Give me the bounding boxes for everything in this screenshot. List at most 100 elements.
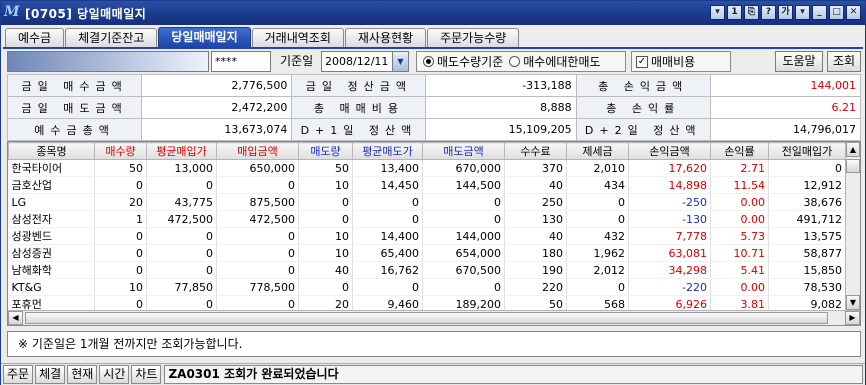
table-cell: 0 bbox=[94, 227, 147, 245]
table-row[interactable]: 한국타이어 50 13,000 650,000 50 13,400 670,000 370 2,… bbox=[8, 159, 846, 177]
summary-label: 금일 매수금액 bbox=[6, 74, 143, 97]
table-cell: 434 bbox=[566, 176, 629, 194]
app-window: M [0705] 당일매매일지 ▾ 1 ⎘ ? 가 ▾ _ □ ✕ 예수금 체결… bbox=[0, 0, 866, 385]
column-header[interactable]: 전일매입가 bbox=[768, 142, 846, 160]
tab-balance[interactable]: 체결기준잔고 bbox=[65, 28, 158, 47]
summary-value: 8,888 bbox=[425, 96, 577, 119]
tab-transactions[interactable]: 거래내역조회 bbox=[251, 28, 344, 47]
order-button[interactable]: 주문 bbox=[3, 365, 34, 384]
chart-button[interactable]: 차트 bbox=[131, 365, 162, 384]
table-cell: 670,500 bbox=[422, 261, 505, 279]
table-cell: 0 bbox=[422, 278, 505, 296]
table-cell: 34,298 bbox=[628, 261, 711, 279]
horizontal-scrollbar[interactable]: ◀ ▶ bbox=[8, 310, 860, 325]
tab-daily-journal[interactable]: 당일매매일지 bbox=[158, 27, 251, 47]
column-header[interactable]: 평균매입가 bbox=[146, 142, 217, 160]
copy-icon[interactable]: ⎘ bbox=[744, 5, 759, 20]
tab-reuse-status[interactable]: 재사용현황 bbox=[344, 28, 427, 47]
tab-underline bbox=[3, 47, 863, 49]
scroll-left-icon[interactable]: ◀ bbox=[8, 311, 23, 325]
help-button[interactable]: 도움말 bbox=[775, 51, 823, 72]
maximize-icon[interactable]: □ bbox=[829, 5, 844, 20]
table-cell: -220 bbox=[628, 278, 711, 296]
password-field[interactable]: **** bbox=[211, 51, 271, 72]
table-row[interactable]: 성광벤드 0 0 0 10 14,400 144,000 40 432 7,778 5.73 13,5… bbox=[8, 227, 846, 245]
table-cell: 491,712 bbox=[768, 210, 846, 228]
summary-label: 총 손익금액 bbox=[575, 74, 711, 97]
account-select[interactable] bbox=[7, 51, 209, 72]
stock-name-cell: 한국타이어 bbox=[8, 159, 95, 177]
close-icon[interactable]: ✕ bbox=[846, 5, 861, 20]
table-cell: 0 bbox=[146, 244, 217, 262]
table-cell: 0.00 bbox=[710, 210, 769, 228]
help-icon[interactable]: ? bbox=[761, 5, 776, 20]
font-size-icon[interactable]: 가 bbox=[778, 5, 793, 20]
table-cell: 220 bbox=[504, 278, 567, 296]
table-cell: 190 bbox=[504, 261, 567, 279]
table-cell: -250 bbox=[628, 193, 711, 211]
table-cell: 10 bbox=[298, 227, 353, 245]
column-header[interactable]: 평균매도가 bbox=[352, 142, 423, 160]
scroll-down-icon[interactable]: ▼ bbox=[846, 295, 860, 310]
screen-title: 당일매매일지 bbox=[77, 7, 147, 21]
horizontal-scroll-thumb[interactable] bbox=[25, 312, 828, 324]
date-picker[interactable]: 2008/12/11 ▼ bbox=[321, 51, 409, 72]
table-cell: 5.41 bbox=[710, 261, 769, 279]
column-header[interactable]: 손익률 bbox=[710, 142, 769, 160]
table-row[interactable]: 남해화학 0 0 0 40 16,762 670,500 190 2,012 34,298 5.41… bbox=[8, 261, 846, 279]
title-bar[interactable]: M [0705] 당일매매일지 ▾ 1 ⎘ ? 가 ▾ _ □ ✕ bbox=[1, 1, 865, 25]
tab-bar: 예수금 체결기준잔고 당일매매일지 거래내역조회 재사용현황 주문가능수량 bbox=[5, 27, 520, 48]
column-header[interactable]: 매수량 bbox=[94, 142, 147, 160]
summary-value: 14,796,017 bbox=[709, 118, 862, 141]
options-icon[interactable]: ▾ bbox=[795, 5, 810, 20]
link-number-icon[interactable]: 1 bbox=[727, 5, 742, 20]
fee-checkbox[interactable]: ✓ 매매비용 bbox=[631, 51, 731, 72]
radio-sell-qty[interactable]: 매도수량기준 bbox=[423, 53, 503, 70]
time-button[interactable]: 시간 bbox=[99, 365, 130, 384]
calendar-dropdown-icon[interactable]: ▼ bbox=[392, 52, 408, 71]
table-cell: 472,500 bbox=[216, 210, 299, 228]
dropdown-menu-icon[interactable]: ▾ bbox=[710, 5, 725, 20]
table-row[interactable]: 금호산업 0 0 0 10 14,450 144,500 40 434 14,898 11.54 12… bbox=[8, 176, 846, 194]
scroll-up-icon[interactable]: ▲ bbox=[846, 142, 860, 157]
scroll-right-icon[interactable]: ▶ bbox=[845, 311, 860, 325]
table-cell: 40 bbox=[504, 176, 567, 194]
current-price-button[interactable]: 현재 bbox=[67, 365, 98, 384]
table-cell: 5.73 bbox=[710, 227, 769, 245]
tab-orderable-qty[interactable]: 주문가능수량 bbox=[427, 28, 520, 47]
table-cell: 14,450 bbox=[352, 176, 423, 194]
table-cell: 250 bbox=[504, 193, 567, 211]
execution-button[interactable]: 체결 bbox=[35, 365, 66, 384]
table-cell: 50 bbox=[298, 159, 353, 177]
table-row[interactable]: KT&G 10 77,850 778,500 0 0 0 220 0 -220 0.00 78,530 bbox=[8, 278, 846, 296]
table-cell: 0.00 bbox=[710, 193, 769, 211]
stock-name-cell: 성광벤드 bbox=[8, 227, 95, 245]
radio-buy-vs-sell[interactable]: 매수에대한매도 bbox=[509, 53, 601, 70]
table-cell: 78,530 bbox=[768, 278, 846, 296]
title-buttons: ▾ 1 ⎘ ? 가 ▾ _ □ ✕ bbox=[710, 5, 861, 20]
table-row[interactable]: 삼성증권 0 0 0 10 65,400 654,000 180 1,962 63,081 10.7… bbox=[8, 244, 846, 262]
tab-deposit[interactable]: 예수금 bbox=[5, 28, 65, 47]
query-button[interactable]: 조회 bbox=[827, 51, 861, 72]
table-cell: 10 bbox=[94, 278, 147, 296]
table-cell: 38,676 bbox=[768, 193, 846, 211]
column-header[interactable]: 손익금액 bbox=[628, 142, 711, 160]
column-header[interactable]: 제세금 bbox=[566, 142, 629, 160]
window-title: [0705] 당일매매일지 bbox=[25, 5, 146, 22]
trade-grid[interactable]: 종목명 매수량 평균매입가 매입금액 매도량 평균매도가 매도금액 수수료 제세금 손익금액 손익률… bbox=[7, 141, 861, 326]
vertical-scrollbar[interactable]: ▲ ▼ bbox=[845, 142, 860, 310]
column-header[interactable]: 수수료 bbox=[504, 142, 567, 160]
radio-selected-icon bbox=[423, 56, 434, 67]
column-header[interactable]: 매입금액 bbox=[216, 142, 299, 160]
table-cell: 670,000 bbox=[422, 159, 505, 177]
table-cell: 0 bbox=[94, 176, 147, 194]
column-header[interactable]: 종목명 bbox=[8, 142, 95, 160]
table-row[interactable]: 삼성전자 1 472,500 472,500 0 0 0 130 0 -130 0.00 491,71… bbox=[8, 210, 846, 228]
table-row[interactable]: LG 20 43,775 875,500 0 0 0 250 0 -250 0.00 38,676 bbox=[8, 193, 846, 211]
table-cell: 12,912 bbox=[768, 176, 846, 194]
scroll-thumb[interactable] bbox=[846, 159, 860, 173]
minimize-icon[interactable]: _ bbox=[812, 5, 827, 20]
column-header[interactable]: 매도량 bbox=[298, 142, 353, 160]
column-header[interactable]: 매도금액 bbox=[422, 142, 505, 160]
table-cell: 63,081 bbox=[628, 244, 711, 262]
